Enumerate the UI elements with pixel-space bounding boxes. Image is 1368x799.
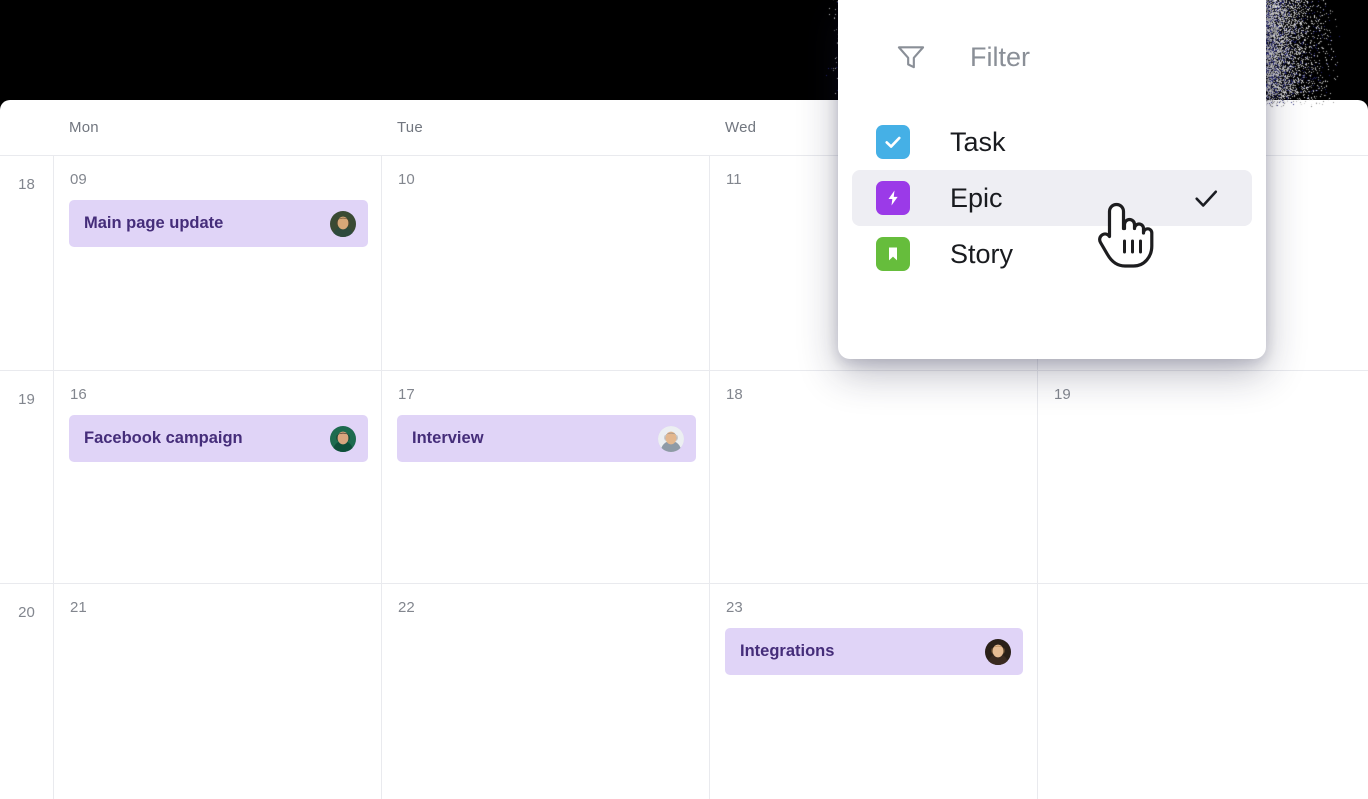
day-number: 16	[70, 386, 87, 403]
assignee-avatar[interactable]	[330, 211, 356, 237]
calendar-day-cell[interactable]: 19	[1037, 371, 1368, 583]
filter-option-label: Task	[950, 127, 1006, 158]
assignee-avatar[interactable]	[985, 639, 1011, 665]
weekday-header-tue: Tue	[397, 100, 423, 155]
calendar-event-chip[interactable]: Main page update	[69, 200, 368, 247]
calendar-day-cell[interactable]	[1037, 584, 1368, 799]
day-number: 21	[70, 599, 87, 616]
calendar-event-chip[interactable]: Integrations	[725, 628, 1023, 675]
filter-option-label: Story	[950, 239, 1013, 270]
checkbox-check-icon	[876, 125, 910, 159]
day-number: 22	[398, 599, 415, 616]
filter-dropdown-header: Filter	[838, 0, 1266, 114]
check-icon	[1192, 184, 1220, 212]
weekday-header-wed: Wed	[725, 100, 756, 155]
day-number: 19	[1054, 386, 1071, 403]
calendar-day-cell[interactable]: 21	[53, 584, 381, 799]
day-number: 10	[398, 171, 415, 188]
calendar-event-title: Main page update	[84, 214, 330, 233]
day-number: 17	[398, 386, 415, 403]
day-number: 09	[70, 171, 87, 188]
calendar-day-cell[interactable]: 16 Facebook campaign	[53, 371, 381, 583]
bookmark-icon	[876, 237, 910, 271]
filter-option-task[interactable]: Task	[838, 114, 1266, 170]
calendar-event-title: Interview	[412, 429, 658, 448]
calendar-event-chip[interactable]: Interview	[397, 415, 696, 462]
day-number: 18	[726, 386, 743, 403]
calendar-event-chip[interactable]: Facebook campaign	[69, 415, 368, 462]
week-number: 20	[0, 584, 53, 621]
filter-funnel-icon	[894, 40, 928, 74]
day-number: 23	[726, 599, 743, 616]
assignee-avatar[interactable]	[658, 426, 684, 452]
day-number: 11	[726, 171, 742, 188]
calendar-day-cell[interactable]: 23 Integrations	[709, 584, 1037, 799]
calendar-event-title: Facebook campaign	[84, 429, 330, 448]
calendar-event-title: Integrations	[740, 642, 985, 661]
filter-option-label: Epic	[950, 183, 1003, 214]
weekday-header-mon: Mon	[69, 100, 99, 155]
week-number: 18	[0, 156, 53, 193]
week-number: 19	[0, 371, 53, 408]
filter-option-story[interactable]: Story	[838, 226, 1266, 282]
assignee-avatar[interactable]	[330, 426, 356, 452]
lightning-bolt-icon	[876, 181, 910, 215]
filter-dropdown-panel: Filter Task Epic Story	[838, 0, 1266, 359]
calendar-day-cell[interactable]: 10	[381, 156, 709, 370]
calendar-week-row: 19 16 Facebook campaign 17 Interview 18 19	[0, 370, 1368, 583]
calendar-week-row: 20 21 22 23 Integrations	[0, 583, 1368, 799]
filter-option-list: Task Epic Story	[838, 114, 1266, 282]
calendar-day-cell[interactable]: 09 Main page update	[53, 156, 381, 370]
calendar-day-cell[interactable]: 17 Interview	[381, 371, 709, 583]
filter-option-epic[interactable]: Epic	[852, 170, 1252, 226]
calendar-day-cell[interactable]: 22	[381, 584, 709, 799]
app-window: Mon Tue Wed 18 09 Main page update 10 11 19 16 Fa…	[0, 0, 1368, 799]
calendar-day-cell[interactable]: 18	[709, 371, 1037, 583]
filter-label: Filter	[970, 42, 1030, 73]
